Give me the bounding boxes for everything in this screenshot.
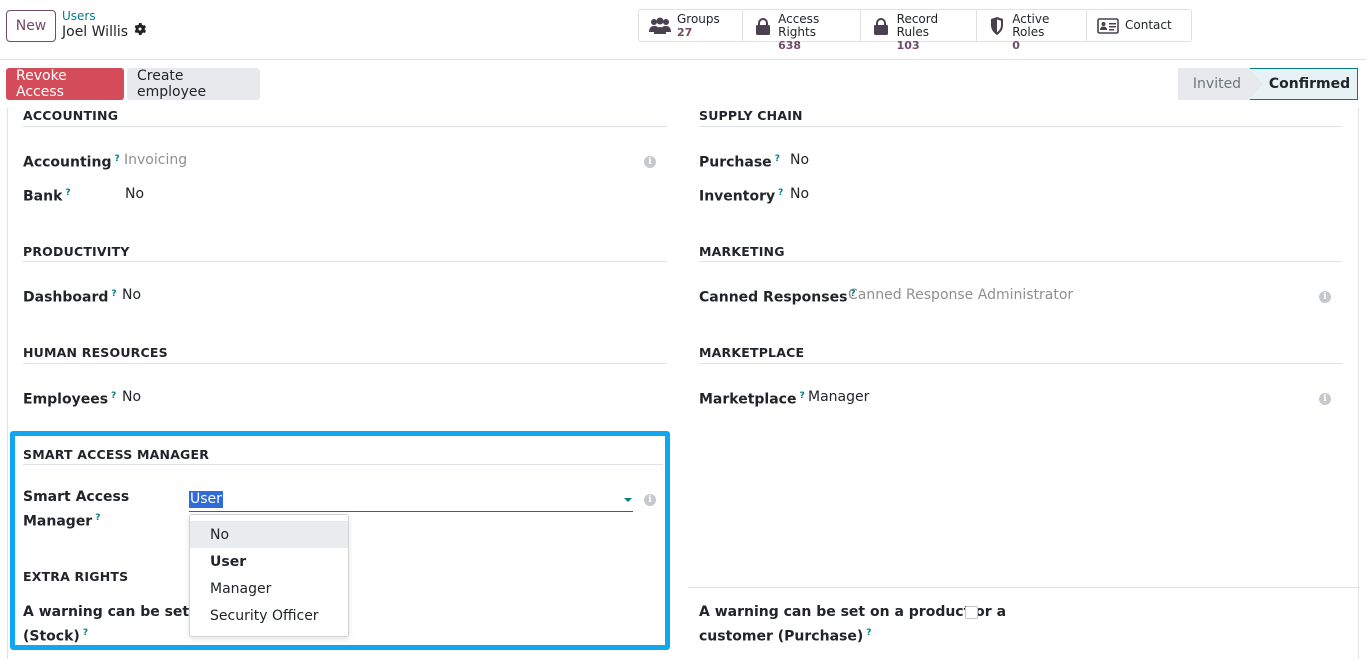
- access-rights-button[interactable]: Access Rights 638: [743, 10, 861, 52]
- groups-count: 27: [677, 26, 693, 39]
- field-label-bank: Bank?: [23, 188, 71, 205]
- field-label-accounting: Accounting?: [23, 154, 120, 171]
- record-title: Joel Willis: [62, 23, 147, 41]
- section-title-marketing: MARKETING: [699, 244, 785, 259]
- stage-confirmed[interactable]: Confirmed: [1249, 68, 1358, 100]
- groups-label: Groups: [677, 12, 720, 26]
- field-value-employees[interactable]: No: [122, 389, 141, 405]
- smart-access-manager-select[interactable]: User: [189, 488, 633, 512]
- record-rules-label: Record Rules: [896, 12, 939, 39]
- status-stages: Invited Confirmed: [1178, 68, 1358, 100]
- smart-buttons: Groups 27 Access Rights 638 Record Rules…: [638, 9, 1192, 52]
- section-divider: [23, 261, 667, 262]
- field-label-warning-purchase: A warning can be set on a product or a c…: [699, 604, 1007, 645]
- info-icon[interactable]: i: [644, 494, 656, 506]
- field-label-employees: Employees?: [23, 391, 117, 408]
- revoke-access-button[interactable]: Revoke Access: [6, 68, 124, 100]
- section-divider: [23, 126, 667, 127]
- help-tooltip[interactable]: ?: [111, 391, 116, 401]
- help-tooltip[interactable]: ?: [866, 628, 871, 638]
- help-tooltip[interactable]: ?: [83, 628, 88, 638]
- stage-invited[interactable]: Invited: [1178, 68, 1250, 100]
- lock-icon: [753, 16, 772, 36]
- section-divider: [699, 363, 1342, 364]
- info-icon[interactable]: i: [1319, 291, 1331, 303]
- access-rights-count: 638: [778, 39, 802, 52]
- active-roles-button[interactable]: Active Roles 0: [977, 10, 1087, 52]
- section-title-extra-rights: EXTRA RIGHTS: [23, 569, 129, 584]
- field-label-inventory: Inventory?: [699, 188, 784, 205]
- section-divider: [699, 126, 1342, 127]
- contact-label: Contact: [1125, 18, 1172, 32]
- section-title-marketplace: MARKETPLACE: [699, 345, 805, 360]
- groups-button[interactable]: Groups 27: [639, 10, 743, 41]
- id-card-icon: [1097, 16, 1119, 36]
- gear-icon[interactable]: [134, 23, 147, 41]
- help-tooltip[interactable]: ?: [799, 391, 804, 401]
- field-label-canned-responses: Canned Responses?: [699, 289, 856, 306]
- help-tooltip[interactable]: ?: [95, 513, 100, 523]
- info-icon[interactable]: i: [644, 156, 656, 168]
- section-divider: [23, 363, 667, 364]
- field-label-purchase: Purchase?: [699, 154, 780, 171]
- stage-confirmed-label: Confirmed: [1268, 76, 1351, 92]
- users-icon: [649, 16, 671, 36]
- chevron-down-icon[interactable]: [624, 498, 632, 502]
- status-bar: Revoke Access Create employee Invited Co…: [0, 60, 1366, 108]
- record-name: Joel Willis: [62, 24, 129, 40]
- section-divider: [23, 464, 663, 465]
- breadcrumb-users[interactable]: Users: [62, 9, 146, 23]
- record-rules-count: 103: [896, 39, 920, 52]
- record-rules-button[interactable]: Record Rules 103: [861, 10, 977, 52]
- section-title-human-resources: HUMAN RESOURCES: [23, 345, 168, 360]
- control-panel: New Users Joel Willis Groups 27 Access R…: [0, 0, 1366, 60]
- shield-icon: [987, 16, 1006, 36]
- active-roles-count: 0: [1012, 39, 1020, 52]
- help-tooltip[interactable]: ?: [775, 154, 780, 164]
- breadcrumb: Users Joel Willis: [62, 9, 147, 41]
- help-tooltip[interactable]: ?: [111, 289, 116, 299]
- section-title-productivity: PRODUCTIVITY: [23, 244, 130, 259]
- section-title-supply-chain: SUPPLY CHAIN: [699, 108, 803, 123]
- field-value-purchase[interactable]: No: [790, 152, 809, 168]
- contact-button[interactable]: Contact: [1087, 10, 1191, 41]
- field-label-smart-access-manager: Smart Access Manager?: [23, 489, 130, 530]
- lock-icon: [871, 16, 891, 36]
- warning-purchase-checkbox[interactable]: [965, 606, 978, 619]
- dropdown-option-security-officer[interactable]: Security Officer: [190, 602, 348, 629]
- dropdown-option-manager[interactable]: Manager: [190, 575, 348, 602]
- field-label-dashboard: Dashboard?: [23, 289, 117, 306]
- field-label-marketplace: Marketplace?: [699, 391, 805, 408]
- active-roles-label: Active Roles: [1012, 12, 1050, 39]
- stage-arrow: [1249, 68, 1263, 100]
- field-value-marketplace[interactable]: Manager: [808, 389, 869, 405]
- field-value-inventory[interactable]: No: [790, 186, 809, 202]
- select-selected-text[interactable]: User: [189, 491, 223, 508]
- dropdown-option-user[interactable]: User: [190, 548, 348, 575]
- section-title-accounting: ACCOUNTING: [23, 108, 119, 123]
- field-value-canned-responses[interactable]: Canned Response Administrator: [848, 287, 1073, 303]
- field-value-accounting[interactable]: Invoicing: [124, 152, 187, 168]
- create-employee-button[interactable]: Create employee: [127, 68, 260, 100]
- smart-access-dropdown: No User Manager Security Officer: [189, 514, 349, 637]
- help-tooltip[interactable]: ?: [114, 154, 119, 164]
- section-divider: [699, 261, 1342, 262]
- field-value-dashboard[interactable]: No: [122, 287, 141, 303]
- new-button[interactable]: New: [6, 10, 56, 42]
- help-tooltip[interactable]: ?: [65, 188, 70, 198]
- section-divider: [688, 587, 1359, 588]
- section-title-smart-access-manager: SMART ACCESS MANAGER: [23, 447, 210, 462]
- help-tooltip[interactable]: ?: [778, 188, 783, 198]
- dropdown-option-no[interactable]: No: [190, 521, 348, 548]
- info-icon[interactable]: i: [1319, 393, 1331, 405]
- access-rights-label: Access Rights: [778, 12, 820, 39]
- field-value-bank[interactable]: No: [125, 186, 144, 202]
